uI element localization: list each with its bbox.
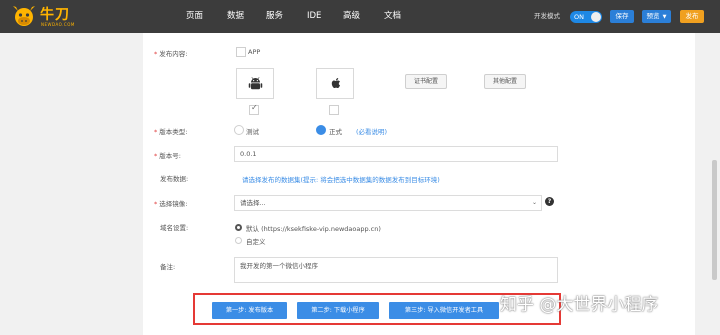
domain-default-label: 默认 (https://ksekfiske-vip.newdaoapp.cn) xyxy=(246,225,381,233)
version-type-label: * 版本类型: xyxy=(154,128,188,136)
chevron-down-icon: ⌄ xyxy=(531,199,537,206)
app-checkbox[interactable] xyxy=(236,47,246,57)
step3-import-button[interactable]: 第三步: 导入微信开发者工具 xyxy=(389,302,499,319)
version-type-note-link[interactable]: (必看说明) xyxy=(356,126,387,136)
version-number-input[interactable]: 0.0.1 xyxy=(234,146,558,162)
content-label: * 发布内容: xyxy=(154,50,188,58)
domain-label: 域名设置: xyxy=(160,224,189,232)
dev-mode-label: 开发模式 xyxy=(534,12,560,20)
ios-checkbox[interactable] xyxy=(329,105,339,115)
watermark: 知乎 @大世界小程序 xyxy=(500,295,659,315)
toggle-knob xyxy=(591,12,601,22)
nav-ide[interactable]: IDE xyxy=(307,0,321,33)
data-label: 发布数据: xyxy=(160,175,189,183)
domain-custom-label: 自定义 xyxy=(246,238,266,246)
android-icon xyxy=(248,77,263,90)
bull-mascot-icon xyxy=(13,6,35,26)
toggle-state: ON xyxy=(574,13,584,21)
nav-page[interactable]: 页面 xyxy=(186,0,203,33)
nav-data[interactable]: 数据 xyxy=(227,0,244,33)
data-hint-link[interactable]: 请选择发布的数据集(提示: 将会把选中数据集的数据发布到目标环境) xyxy=(242,174,440,184)
dev-mode-toggle[interactable]: ON xyxy=(570,11,602,23)
apple-icon xyxy=(331,77,340,89)
version-number-label: * 版本号: xyxy=(154,152,181,160)
app-option-label: APP xyxy=(248,48,261,56)
preview-label: 预览 xyxy=(646,12,660,20)
note-textarea[interactable]: 我开发的第一个微信小程序 xyxy=(234,257,558,283)
version-type-test-radio[interactable] xyxy=(234,125,244,135)
nav-service[interactable]: 服务 xyxy=(266,0,283,33)
domain-default-radio[interactable] xyxy=(235,224,242,231)
image-select[interactable]: 请选择... ⌄ xyxy=(234,195,542,211)
version-type-official-label: 正式 xyxy=(329,128,342,136)
ios-platform-card[interactable] xyxy=(316,68,354,99)
help-icon[interactable]: ? xyxy=(545,197,554,206)
publish-button[interactable]: 发布 xyxy=(680,10,704,23)
chevron-down-icon: ▼ xyxy=(662,14,667,20)
nav-advanced[interactable]: 高级 xyxy=(343,0,360,33)
image-label: * 选择镜像: xyxy=(154,200,188,208)
step1-publish-button[interactable]: 第一步: 发布版本 xyxy=(212,302,287,319)
version-type-test-label: 测试 xyxy=(246,128,259,136)
note-label: 备注: xyxy=(160,263,176,271)
android-checkbox[interactable]: ✓ xyxy=(249,103,259,115)
preview-dropdown-button[interactable]: 预览 ▼ xyxy=(642,10,671,23)
logo-subtitle: NEWDAO.COM xyxy=(41,22,75,27)
step2-download-button[interactable]: 第二步: 下载小程序 xyxy=(297,302,379,319)
top-bar: 牛刀 NEWDAO.COM 页面 数据 服务 IDE 高级 文档 开发模式 ON… xyxy=(0,0,720,33)
image-select-value: 请选择... xyxy=(240,199,266,207)
logo-text: 牛刀 xyxy=(40,7,70,23)
domain-custom-radio[interactable] xyxy=(235,237,242,244)
check-icon: ✓ xyxy=(251,103,258,112)
other-config-button[interactable]: 其他配置 xyxy=(484,74,526,89)
scrollbar[interactable] xyxy=(712,160,717,280)
cert-config-button[interactable]: 证书配置 xyxy=(405,74,447,89)
android-platform-card[interactable] xyxy=(236,68,274,99)
version-type-official-radio[interactable] xyxy=(316,125,326,135)
nav-docs[interactable]: 文档 xyxy=(384,0,401,33)
save-button[interactable]: 保存 xyxy=(610,10,634,23)
logo[interactable]: 牛刀 NEWDAO.COM xyxy=(12,4,92,30)
